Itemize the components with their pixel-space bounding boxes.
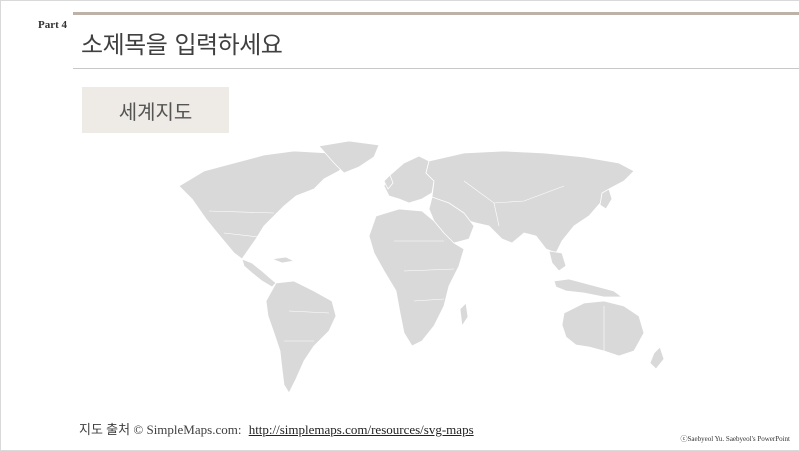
world-map-image	[178, 141, 665, 394]
copyright-notice: ⓒSaebyeol Yu. Saebyeol's PowerPoint	[680, 435, 791, 443]
north-america-shape	[178, 150, 350, 260]
section-label: 세계지도	[118, 99, 193, 124]
map-source-credit: 지도 출처 © SimpleMaps.com: http://simplemap…	[79, 419, 474, 438]
slide: Part 4 소제목을 입력하세요 세계지도 지도 출처 © SimpleMap…	[0, 0, 800, 451]
source-link[interactable]: http://simplemaps.com/resources/svg-maps	[249, 422, 474, 437]
slide-title: 소제목을 입력하세요	[81, 31, 283, 59]
caribbean-shape	[271, 256, 295, 264]
new-zealand-shape	[649, 346, 665, 370]
top-accent-bar	[73, 12, 799, 15]
southeast-asia-shape	[548, 250, 567, 272]
australia-shape	[561, 300, 645, 357]
central-america-shape	[241, 258, 277, 288]
indonesia-shape	[553, 278, 623, 298]
part-label: Part 4	[38, 19, 68, 31]
source-prefix: 지도 출처 © SimpleMaps.com:	[79, 422, 242, 437]
south-america-shape	[265, 280, 337, 394]
title-divider	[73, 68, 799, 69]
madagascar-shape	[459, 302, 469, 327]
section-label-box: 세계지도	[82, 87, 229, 133]
